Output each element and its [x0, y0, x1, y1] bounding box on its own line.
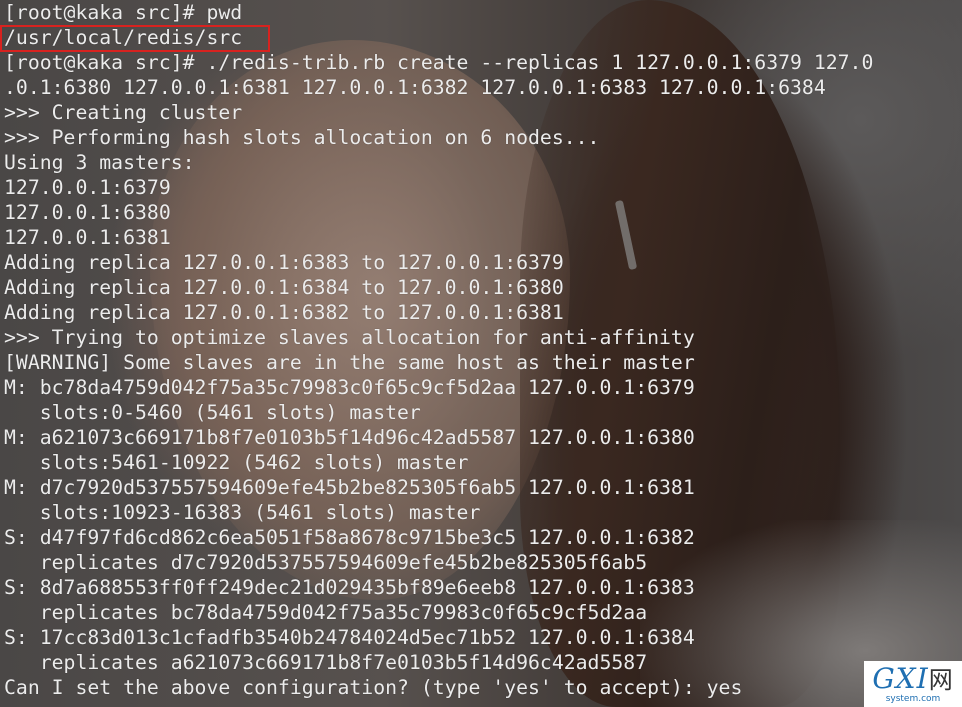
terminal-line: M: bc78da4759d042f75a35c79983c0f65c9cf5d… [4, 376, 695, 399]
terminal-line: S: d47f97fd6cd862c6ea5051f58a8678c9715be… [4, 526, 695, 549]
terminal-line: replicates bc78da4759d042f75a35c79983c0f… [4, 601, 648, 624]
terminal-line: M: d7c7920d537557594609efe45b2be825305f6… [4, 476, 695, 499]
terminal-line: >>> Performing hash slots allocation on … [4, 126, 600, 149]
terminal-line: 127.0.0.1:6379 [4, 176, 171, 199]
terminal-line: 127.0.0.1:6380 [4, 201, 171, 224]
terminal-output[interactable]: [root@kaka src]# pwd /usr/local/redis/sr… [4, 0, 962, 700]
terminal-line: >>> Creating cluster [4, 101, 243, 124]
watermark-domain: system.com [885, 693, 941, 704]
terminal-line: slots:10923-16383 (5461 slots) master [4, 501, 481, 524]
terminal-line-prompt-create: [root@kaka src]# ./redis-trib.rb create … [4, 51, 874, 74]
terminal-line: S: 8d7a688553ff0ff249dec21d029435bf89e6e… [4, 576, 695, 599]
watermark-logo-latin: GXI [872, 661, 929, 695]
terminal-line: Using 3 masters: [4, 151, 195, 174]
terminal-line: replicates d7c7920d537557594609efe45b2be… [4, 551, 648, 574]
terminal-line: Adding replica 127.0.0.1:6383 to 127.0.0… [4, 251, 564, 274]
terminal-line: replicates a621073c669171b8f7e0103b5f14d… [4, 651, 648, 674]
terminal-line: 127.0.0.1:6381 [4, 226, 171, 249]
terminal-line: M: a621073c669171b8f7e0103b5f14d96c42ad5… [4, 426, 695, 449]
terminal-line: Adding replica 127.0.0.1:6384 to 127.0.0… [4, 276, 564, 299]
terminal-line-prompt-pwd: [root@kaka src]# pwd [4, 1, 243, 24]
watermark-logo-cn: 网 [928, 665, 954, 694]
terminal-line: slots:0-5460 (5461 slots) master [4, 401, 421, 424]
watermark-logo-text: GXI网 [872, 661, 954, 695]
terminal-line: S: 17cc83d013c1cfadfb3540b24784024d5ec71… [4, 626, 695, 649]
terminal-line: slots:5461-10922 (5462 slots) master [4, 451, 469, 474]
terminal-line: .0.1:6380 127.0.0.1:6381 127.0.0.1:6382 … [4, 76, 826, 99]
terminal-line: Adding replica 127.0.0.1:6382 to 127.0.0… [4, 301, 564, 324]
highlight-box [0, 25, 270, 52]
terminal-line: >>> Trying to optimize slaves allocation… [4, 326, 695, 349]
watermark-logo: GXI网 system.com [864, 661, 962, 707]
terminal-line-confirm-prompt: Can I set the above configuration? (type… [4, 676, 743, 699]
terminal-line-warning: [WARNING] Some slaves are in the same ho… [4, 351, 695, 374]
